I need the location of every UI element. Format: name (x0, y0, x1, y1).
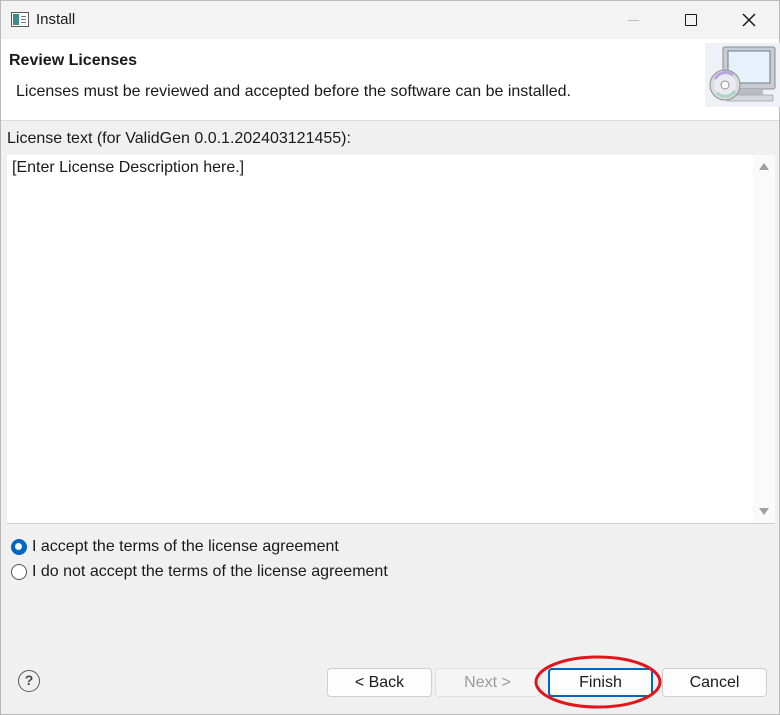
accept-license-option[interactable]: I accept the terms of the license agreem… (11, 538, 339, 556)
minimize-icon (627, 19, 639, 21)
page-title: Review Licenses (9, 52, 138, 69)
reject-radio[interactable] (11, 564, 27, 580)
title-bar: Install (1, 1, 779, 39)
header-banner: Review Licenses Licenses must be reviewe… (1, 39, 780, 121)
window-title: Install (36, 11, 76, 28)
next-button: Next > (435, 668, 540, 697)
install-dialog: Install Review Licenses Licenses must be… (0, 0, 780, 715)
close-button[interactable] (720, 1, 778, 39)
maximize-button[interactable] (662, 1, 720, 39)
reject-license-option[interactable]: I do not accept the terms of the license… (11, 563, 388, 581)
license-text-area[interactable]: [Enter License Description here.] (7, 155, 775, 524)
scroll-up-icon[interactable] (759, 163, 769, 170)
finish-button[interactable]: Finish (548, 668, 653, 697)
app-icon (11, 12, 29, 27)
accept-label: I accept the terms of the license agreem… (32, 538, 339, 555)
close-icon (742, 13, 756, 27)
cd-computer-icon (705, 43, 780, 107)
license-text-label: License text (for ValidGen 0.0.1.2024031… (7, 130, 351, 147)
minimize-button[interactable] (604, 1, 662, 39)
accept-radio[interactable] (11, 539, 27, 555)
help-button[interactable]: ? (18, 670, 40, 692)
reject-label: I do not accept the terms of the license… (32, 563, 388, 580)
page-description: Licenses must be reviewed and accepted b… (16, 83, 571, 100)
maximize-icon (685, 14, 697, 26)
scroll-down-icon[interactable] (759, 508, 769, 515)
cancel-button[interactable]: Cancel (662, 668, 767, 697)
license-text: [Enter License Description here.] (12, 159, 245, 176)
back-button[interactable]: < Back (327, 668, 432, 697)
vertical-scrollbar[interactable] (753, 155, 775, 523)
